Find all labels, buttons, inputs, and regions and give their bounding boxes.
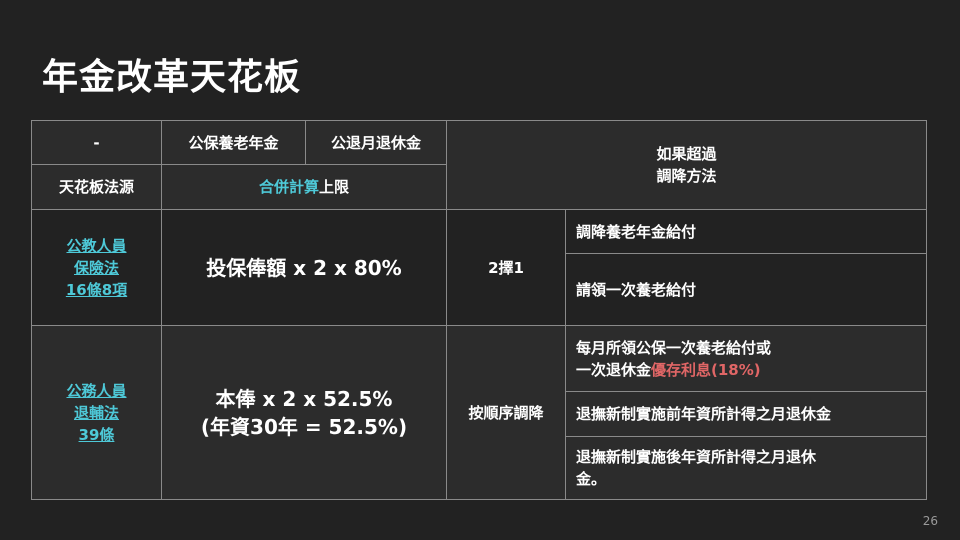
row2-option1-line1: 每月所領公保一次養老給付或 [576, 338, 772, 357]
row1-law-line3: 16條8項 [65, 280, 128, 299]
row1-option2: 請領一次養老給付 [576, 280, 697, 299]
row2-law-line1: 公務人員 [66, 381, 127, 400]
merge-limit-text: 合併計算上限 [259, 176, 349, 198]
header-over-line1: 如果超過 [656, 145, 717, 163]
row1-choice-cell: 2擇1 [446, 209, 566, 326]
header-dash: - [93, 133, 100, 152]
row1-option1: 調降養老年金給付 [576, 222, 697, 241]
row2-option3-line1: 退撫新制實施後年資所計得之月退休 [576, 448, 817, 466]
header-insurance: 公保養老年金 [188, 133, 279, 152]
merge-limit-cell: 合併計算上限 [161, 164, 447, 210]
row2-option3-cell: 退撫新制實施後年資所計得之月退休 金。 [565, 436, 927, 500]
row1-law-cell: 公教人員 保險法 16條8項 [31, 209, 162, 326]
header-pension-cell: 公退月退休金 [305, 120, 447, 165]
page-number: 26 [922, 514, 938, 528]
header-over-line2: 調降方法 [656, 167, 717, 185]
header-dash-cell: - [31, 120, 162, 165]
row2-limit-line2: (年資30年 = 52.5%) [200, 414, 408, 439]
row2-option2: 退撫新制實施前年資所計得之月退休金 [576, 405, 832, 423]
row2-option1-cell: 每月所領公保一次養老給付或 一次退休金優存利息(18%) [565, 325, 927, 392]
row2-option3-line2: 金。 [576, 470, 607, 488]
row1-option1-cell: 調降養老年金給付 [565, 209, 927, 254]
header-insurance-cell: 公保養老年金 [161, 120, 306, 165]
header-over-cell: 如果超過 調降方法 [446, 120, 927, 210]
merge-limit-rest: 上限 [319, 178, 350, 196]
source-label-cell: 天花板法源 [31, 164, 162, 210]
row2-choice-cell: 按順序調降 [446, 325, 566, 500]
row2-limit-cell: 本俸 x 2 x 52.5% (年資30年 = 52.5%) [161, 325, 447, 500]
merge-limit-teal: 合併計算 [258, 178, 319, 196]
row1-limit-cell: 投保俸額 x 2 x 80% [161, 209, 447, 326]
row1-law-line2: 保險法 [73, 258, 119, 277]
row2-option1-line2: 一次退休金優存利息(18%) [576, 359, 771, 381]
source-label: 天花板法源 [58, 178, 134, 196]
row1-law-line1: 公教人員 [66, 236, 127, 255]
row2-law-cell: 公務人員 退輔法 39條 [31, 325, 162, 500]
row1-limit: 投保俸額 x 2 x 80% [206, 255, 402, 280]
row2-option1-highlight: 優存利息(18%) [651, 360, 761, 379]
row2-option2-cell: 退撫新制實施前年資所計得之月退休金 [565, 391, 927, 437]
row2-choice: 按順序調降 [468, 403, 544, 422]
row2-law-line2: 退輔法 [73, 403, 119, 422]
row2-limit-line1: 本俸 x 2 x 52.5% [215, 386, 393, 411]
ceiling-table: - 公保養老年金 公退月退休金 如果超過 調降方法 天花板法源 合併計算上限 公… [0, 0, 960, 540]
row2-option1-line2-pre: 一次退休金 [576, 360, 652, 379]
row2-law-link[interactable]: 公務人員 退輔法 39條 [66, 380, 126, 446]
row1-choice: 2擇1 [488, 258, 524, 277]
header-pension: 公退月退休金 [330, 133, 421, 152]
row2-law-line3: 39條 [78, 425, 115, 444]
row1-law-link[interactable]: 公教人員 保險法 16條8項 [66, 235, 127, 301]
row1-option2-cell: 請領一次養老給付 [565, 253, 927, 326]
